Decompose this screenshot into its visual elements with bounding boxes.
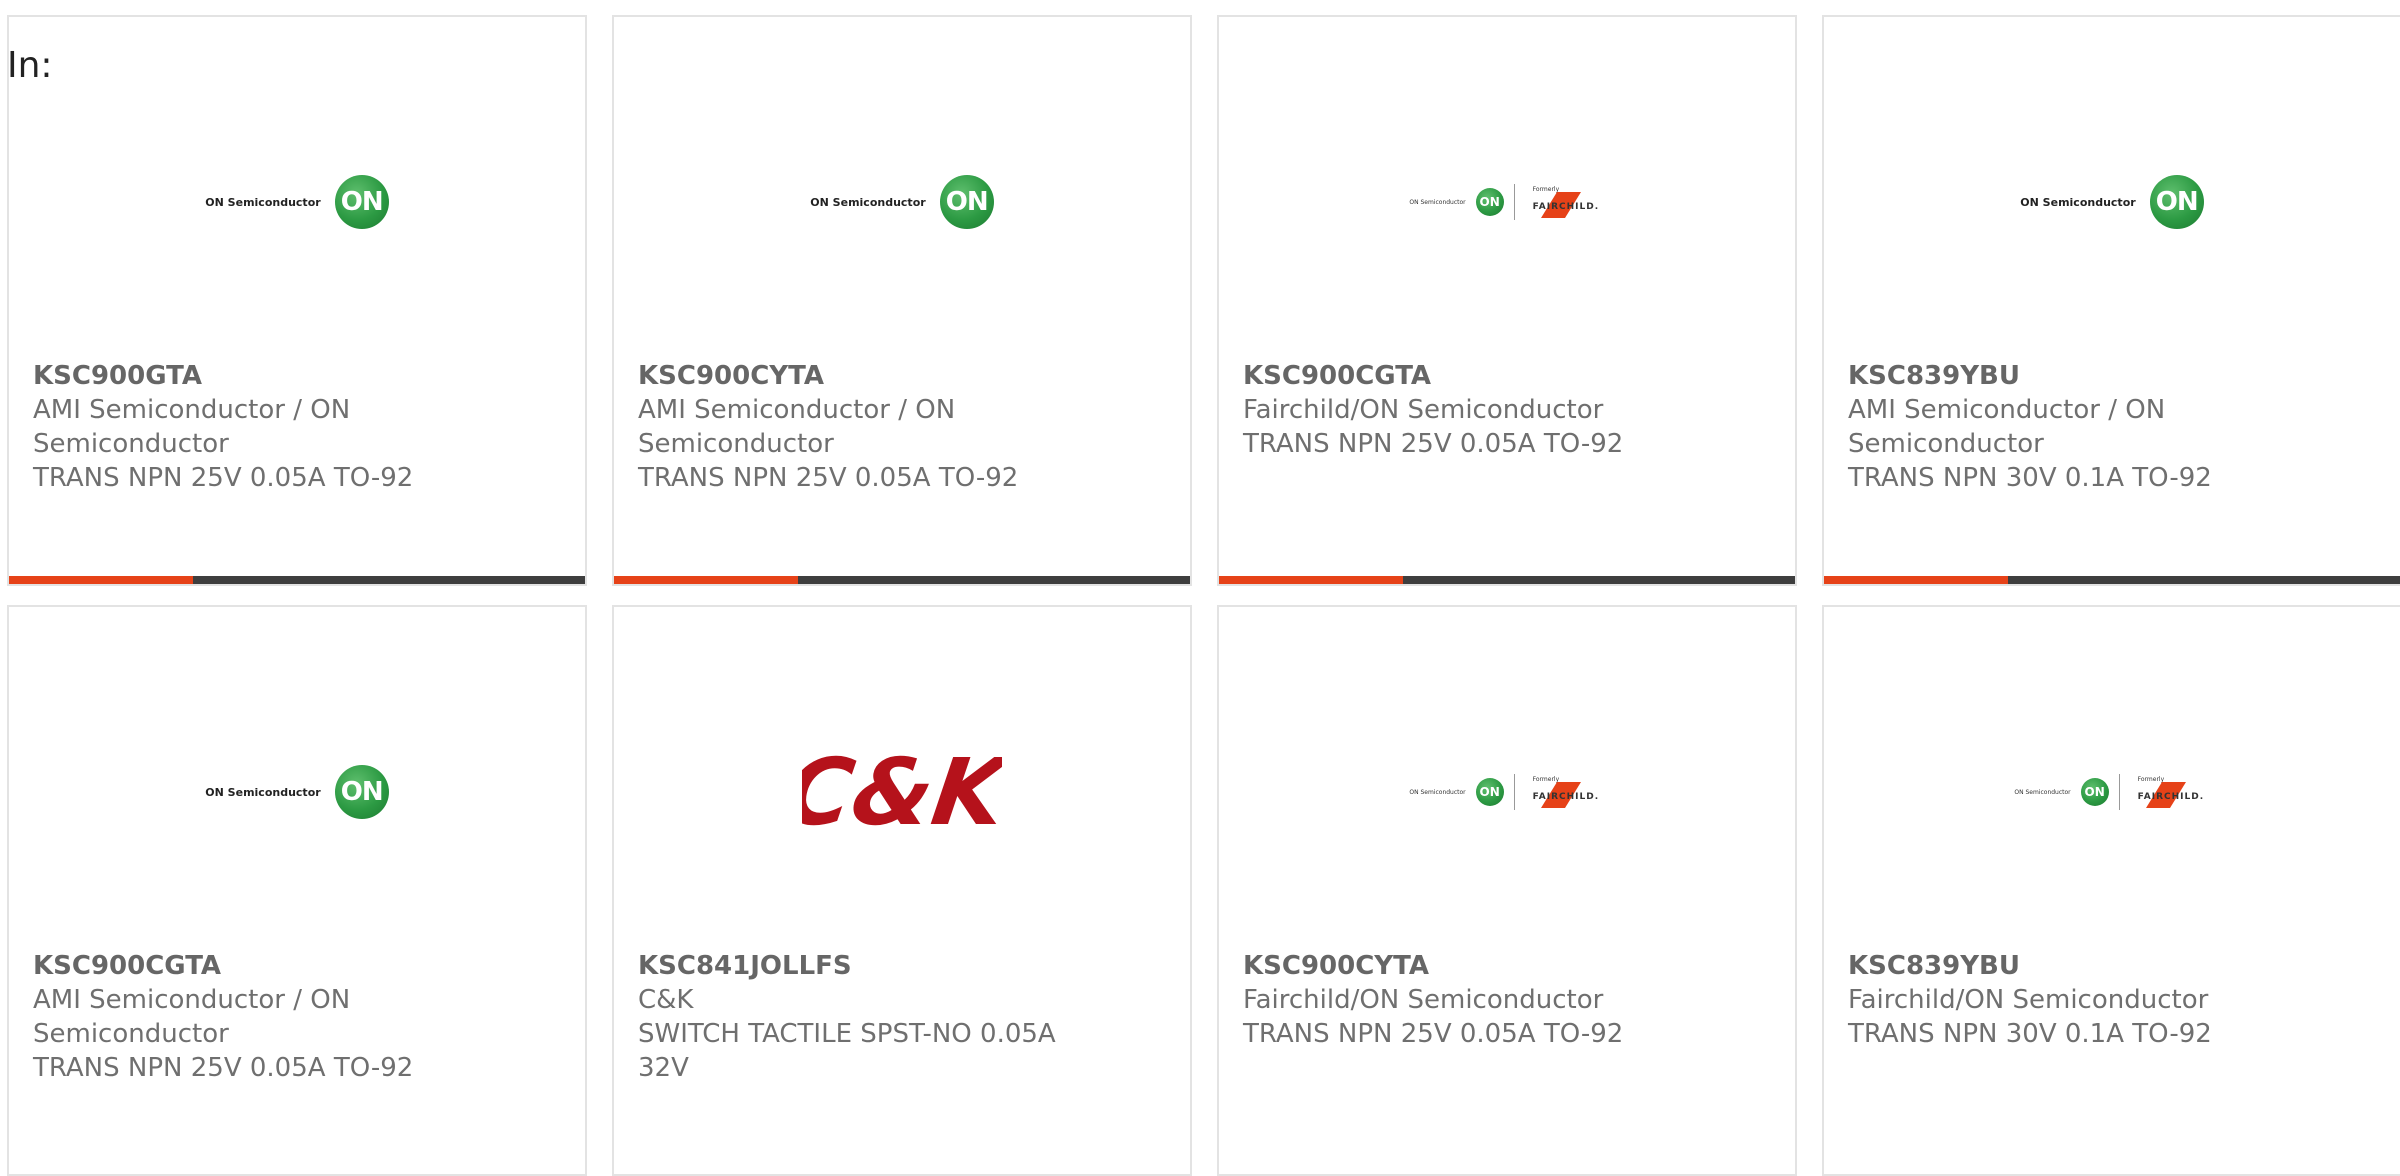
product-card[interactable]: C&K KSC841JOLLFS C&K SWITCH TACTILE SPST…	[612, 605, 1192, 1176]
logo-wordmark: ON Semiconductor	[205, 195, 321, 209]
product-card[interactable]: ON Semiconductor ON KSC900GTA AMI Semico…	[7, 15, 587, 586]
manufacturer-name: AMI Semiconductor / ON Semiconductor	[638, 395, 956, 459]
card-progress-bar	[614, 576, 1190, 584]
card-progress-accent	[614, 576, 799, 584]
ck-logo-icon: C&K	[778, 738, 1018, 845]
on-fairchild-logo: ON Semiconductor ON Formerly FAIRCHILD.	[2014, 774, 2209, 810]
on-circle-icon: ON	[334, 765, 389, 819]
card-progress-bar	[9, 576, 585, 584]
logo-divider	[1513, 184, 1515, 220]
ck-logo-text: C&K	[802, 742, 1002, 842]
product-card[interactable]: ON Semiconductor ON Formerly FAIRCHILD. …	[1217, 15, 1797, 586]
logo-wordmark: ON Semiconductor	[810, 195, 926, 209]
product-card[interactable]: ON Semiconductor ON KSC900CYTA AMI Semic…	[612, 15, 1192, 586]
fairchild-wordmark: FAIRCHILD.	[1532, 202, 1600, 212]
on-semiconductor-logo: ON Semiconductor ON	[810, 175, 994, 229]
card-progress-bar	[1219, 576, 1795, 584]
part-number[interactable]: KSC839YBU	[1848, 949, 2318, 983]
product-card[interactable]: ON Semiconductor ON KSC900CGTA AMI Semic…	[7, 605, 587, 1176]
on-circle-icon: ON	[2080, 778, 2109, 806]
on-semiconductor-logo: ON Semiconductor ON	[205, 765, 389, 819]
logo-divider	[2118, 774, 2120, 810]
in-filter-label: In:	[7, 45, 53, 86]
on-semiconductor-logo: ON Semiconductor ON	[205, 175, 389, 229]
part-number[interactable]: KSC841JOLLFS	[638, 949, 1108, 983]
fairchild-logo-icon: Formerly FAIRCHILD.	[1525, 774, 1605, 810]
on-fairchild-logo: ON Semiconductor ON Formerly FAIRCHILD.	[1409, 184, 1604, 220]
fairchild-logo-icon: Formerly FAIRCHILD.	[2130, 774, 2210, 810]
part-number[interactable]: KSC900CGTA	[1243, 359, 1713, 393]
part-description: TRANS NPN 30V 0.1A TO-92	[1848, 463, 2212, 493]
product-card[interactable]: ON Semiconductor ON Formerly FAIRCHILD. …	[1822, 605, 2400, 1176]
on-circle-icon: ON	[1475, 188, 1504, 216]
part-description: TRANS NPN 25V 0.05A TO-92	[1243, 429, 1624, 459]
on-circle-icon: ON	[334, 175, 389, 229]
manufacturer-logo: ON Semiconductor ON	[9, 727, 585, 857]
card-progress-accent	[1219, 576, 1404, 584]
card-progress-accent	[1824, 576, 2009, 584]
on-fairchild-logo: ON Semiconductor ON Formerly FAIRCHILD.	[1409, 774, 1604, 810]
manufacturer-name: Fairchild/ON Semiconductor	[1848, 985, 2209, 1015]
logo-wordmark: ON Semiconductor	[2014, 788, 2071, 796]
manufacturer-logo: ON Semiconductor ON Formerly FAIRCHILD.	[1219, 137, 1795, 267]
part-description: TRANS NPN 25V 0.05A TO-92	[33, 463, 414, 493]
manufacturer-logo: ON Semiconductor ON Formerly FAIRCHILD.	[1824, 727, 2400, 857]
logo-divider	[1513, 774, 1515, 810]
manufacturer-name: AMI Semiconductor / ON Semiconductor	[33, 985, 351, 1049]
fairchild-wordmark: FAIRCHILD.	[2137, 792, 2205, 802]
part-description: TRANS NPN 25V 0.05A TO-92	[33, 1053, 414, 1083]
manufacturer-logo: C&K	[614, 727, 1190, 857]
logo-wordmark: ON Semiconductor	[205, 785, 321, 799]
part-number[interactable]: KSC900GTA	[33, 359, 503, 393]
logo-wordmark: ON Semiconductor	[2020, 195, 2136, 209]
manufacturer-logo: ON Semiconductor ON	[614, 137, 1190, 267]
part-description: SWITCH TACTILE SPST-NO 0.05A 32V	[638, 1019, 1056, 1083]
part-description: TRANS NPN 30V 0.1A TO-92	[1848, 1019, 2212, 1049]
on-semiconductor-logo: ON Semiconductor ON	[2020, 175, 2204, 229]
manufacturer-name: Fairchild/ON Semiconductor	[1243, 985, 1604, 1015]
product-card[interactable]: ON Semiconductor ON Formerly FAIRCHILD. …	[1217, 605, 1797, 1176]
fairchild-wordmark: FAIRCHILD.	[1532, 792, 1600, 802]
product-card[interactable]: ON Semiconductor ON KSC839YBU AMI Semico…	[1822, 15, 2400, 586]
card-progress-accent	[9, 576, 194, 584]
on-circle-icon: ON	[1475, 778, 1504, 806]
part-description: TRANS NPN 25V 0.05A TO-92	[638, 463, 1019, 493]
product-grid: ON Semiconductor ON KSC900GTA AMI Semico…	[7, 15, 2400, 1176]
manufacturer-name: C&K	[638, 985, 694, 1015]
ck-logo: C&K	[778, 738, 1018, 845]
on-circle-icon: ON	[2149, 175, 2204, 229]
part-number[interactable]: KSC839YBU	[1848, 359, 2318, 393]
manufacturer-name: AMI Semiconductor / ON Semiconductor	[1848, 395, 2166, 459]
logo-wordmark: ON Semiconductor	[1409, 788, 1466, 796]
manufacturer-logo: ON Semiconductor ON	[9, 137, 585, 267]
manufacturer-logo: ON Semiconductor ON	[1824, 137, 2400, 267]
manufacturer-name: AMI Semiconductor / ON Semiconductor	[33, 395, 351, 459]
on-circle-icon: ON	[939, 175, 994, 229]
manufacturer-logo: ON Semiconductor ON Formerly FAIRCHILD.	[1219, 727, 1795, 857]
manufacturer-name: Fairchild/ON Semiconductor	[1243, 395, 1604, 425]
part-number[interactable]: KSC900CYTA	[1243, 949, 1713, 983]
logo-wordmark: ON Semiconductor	[1409, 198, 1466, 206]
card-progress-bar	[1824, 576, 2400, 584]
part-description: TRANS NPN 25V 0.05A TO-92	[1243, 1019, 1624, 1049]
fairchild-logo-icon: Formerly FAIRCHILD.	[1525, 184, 1605, 220]
part-number[interactable]: KSC900CYTA	[638, 359, 1108, 393]
part-number[interactable]: KSC900CGTA	[33, 949, 503, 983]
